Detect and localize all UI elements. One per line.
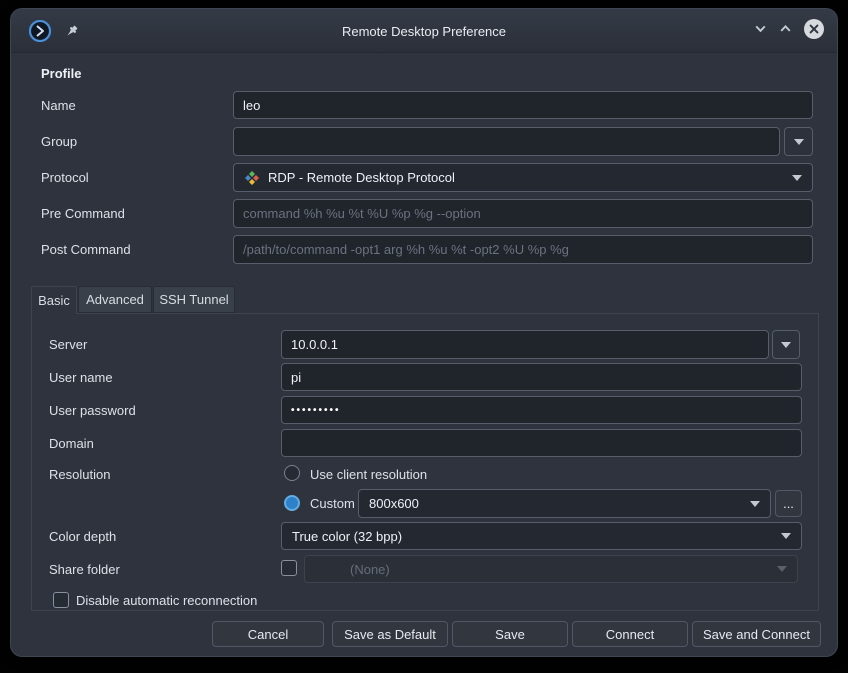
chevron-down-icon	[753, 21, 768, 41]
protocol-combobox[interactable]: RDP - Remote Desktop Protocol	[233, 163, 813, 192]
close-icon	[803, 18, 825, 45]
color-depth-combobox[interactable]: True color (32 bpp)	[281, 522, 802, 550]
close-button[interactable]	[803, 18, 825, 45]
name-input[interactable]	[233, 91, 813, 119]
save-and-connect-button[interactable]: Save and Connect	[692, 621, 821, 647]
pre-command-label: Pre Command	[41, 199, 125, 227]
tab-advanced[interactable]: Advanced	[78, 286, 152, 313]
save-button[interactable]: Save	[452, 621, 568, 647]
profile-heading: Profile	[41, 66, 81, 81]
disable-reconnect-checkbox[interactable]	[53, 592, 69, 608]
server-label: Server	[49, 330, 87, 358]
save-as-default-button[interactable]: Save as Default	[332, 621, 448, 647]
server-dropdown-button[interactable]	[772, 330, 800, 359]
server-input[interactable]	[281, 330, 769, 359]
resolution-label: Resolution	[49, 460, 110, 488]
disable-reconnect-label: Disable automatic reconnection	[76, 586, 257, 614]
dropdown-arrow-icon	[777, 566, 787, 572]
custom-resolution-label: Custom	[310, 489, 355, 518]
pin-icon[interactable]	[63, 23, 80, 40]
cancel-button[interactable]: Cancel	[212, 621, 324, 647]
dropdown-arrow-icon	[792, 175, 802, 181]
share-folder-label: Share folder	[49, 555, 120, 583]
shade-button[interactable]	[753, 21, 768, 41]
dropdown-arrow-icon	[781, 533, 791, 539]
protocol-value: RDP - Remote Desktop Protocol	[268, 170, 784, 185]
username-input[interactable]	[281, 363, 802, 391]
use-client-resolution-label: Use client resolution	[310, 460, 427, 488]
password-input[interactable]	[281, 396, 802, 424]
remote-desktop-preference-window: Remote Desktop Preference	[10, 8, 838, 657]
post-command-label: Post Command	[41, 235, 131, 263]
share-folder-value: (None)	[315, 562, 769, 577]
dropdown-arrow-icon	[794, 139, 804, 145]
connect-button[interactable]: Connect	[572, 621, 688, 647]
dropdown-arrow-icon	[781, 342, 791, 348]
color-depth-value: True color (32 bpp)	[292, 529, 773, 544]
custom-resolution-radio[interactable]	[284, 495, 300, 511]
custom-resolution-combobox[interactable]: 800x600	[358, 489, 771, 518]
remmina-app-icon	[29, 20, 51, 42]
titlebar: Remote Desktop Preference	[11, 9, 837, 53]
unshade-button[interactable]	[778, 21, 793, 41]
share-folder-combobox: (None)	[304, 555, 798, 583]
username-label: User name	[49, 363, 113, 391]
window-title: Remote Desktop Preference	[11, 9, 837, 53]
tab-ssh-tunnel[interactable]: SSH Tunnel	[153, 286, 235, 313]
rdp-protocol-icon	[244, 170, 260, 186]
use-client-resolution-radio[interactable]	[284, 465, 300, 481]
name-label: Name	[41, 91, 76, 119]
group-input[interactable]	[233, 127, 780, 156]
group-dropdown-button[interactable]	[784, 127, 813, 156]
protocol-label: Protocol	[41, 163, 89, 191]
custom-resolution-value: 800x600	[369, 496, 742, 511]
domain-input[interactable]	[281, 429, 802, 457]
tab-basic[interactable]: Basic	[31, 286, 77, 314]
resolution-more-button[interactable]: ...	[775, 490, 802, 517]
password-label: User password	[49, 396, 136, 424]
post-command-input[interactable]	[233, 235, 813, 264]
group-label: Group	[41, 127, 77, 155]
domain-label: Domain	[49, 429, 94, 457]
dropdown-arrow-icon	[750, 501, 760, 507]
color-depth-label: Color depth	[49, 522, 116, 550]
chevron-up-icon	[778, 21, 793, 41]
pre-command-input[interactable]	[233, 199, 813, 228]
share-folder-checkbox[interactable]	[281, 560, 297, 576]
